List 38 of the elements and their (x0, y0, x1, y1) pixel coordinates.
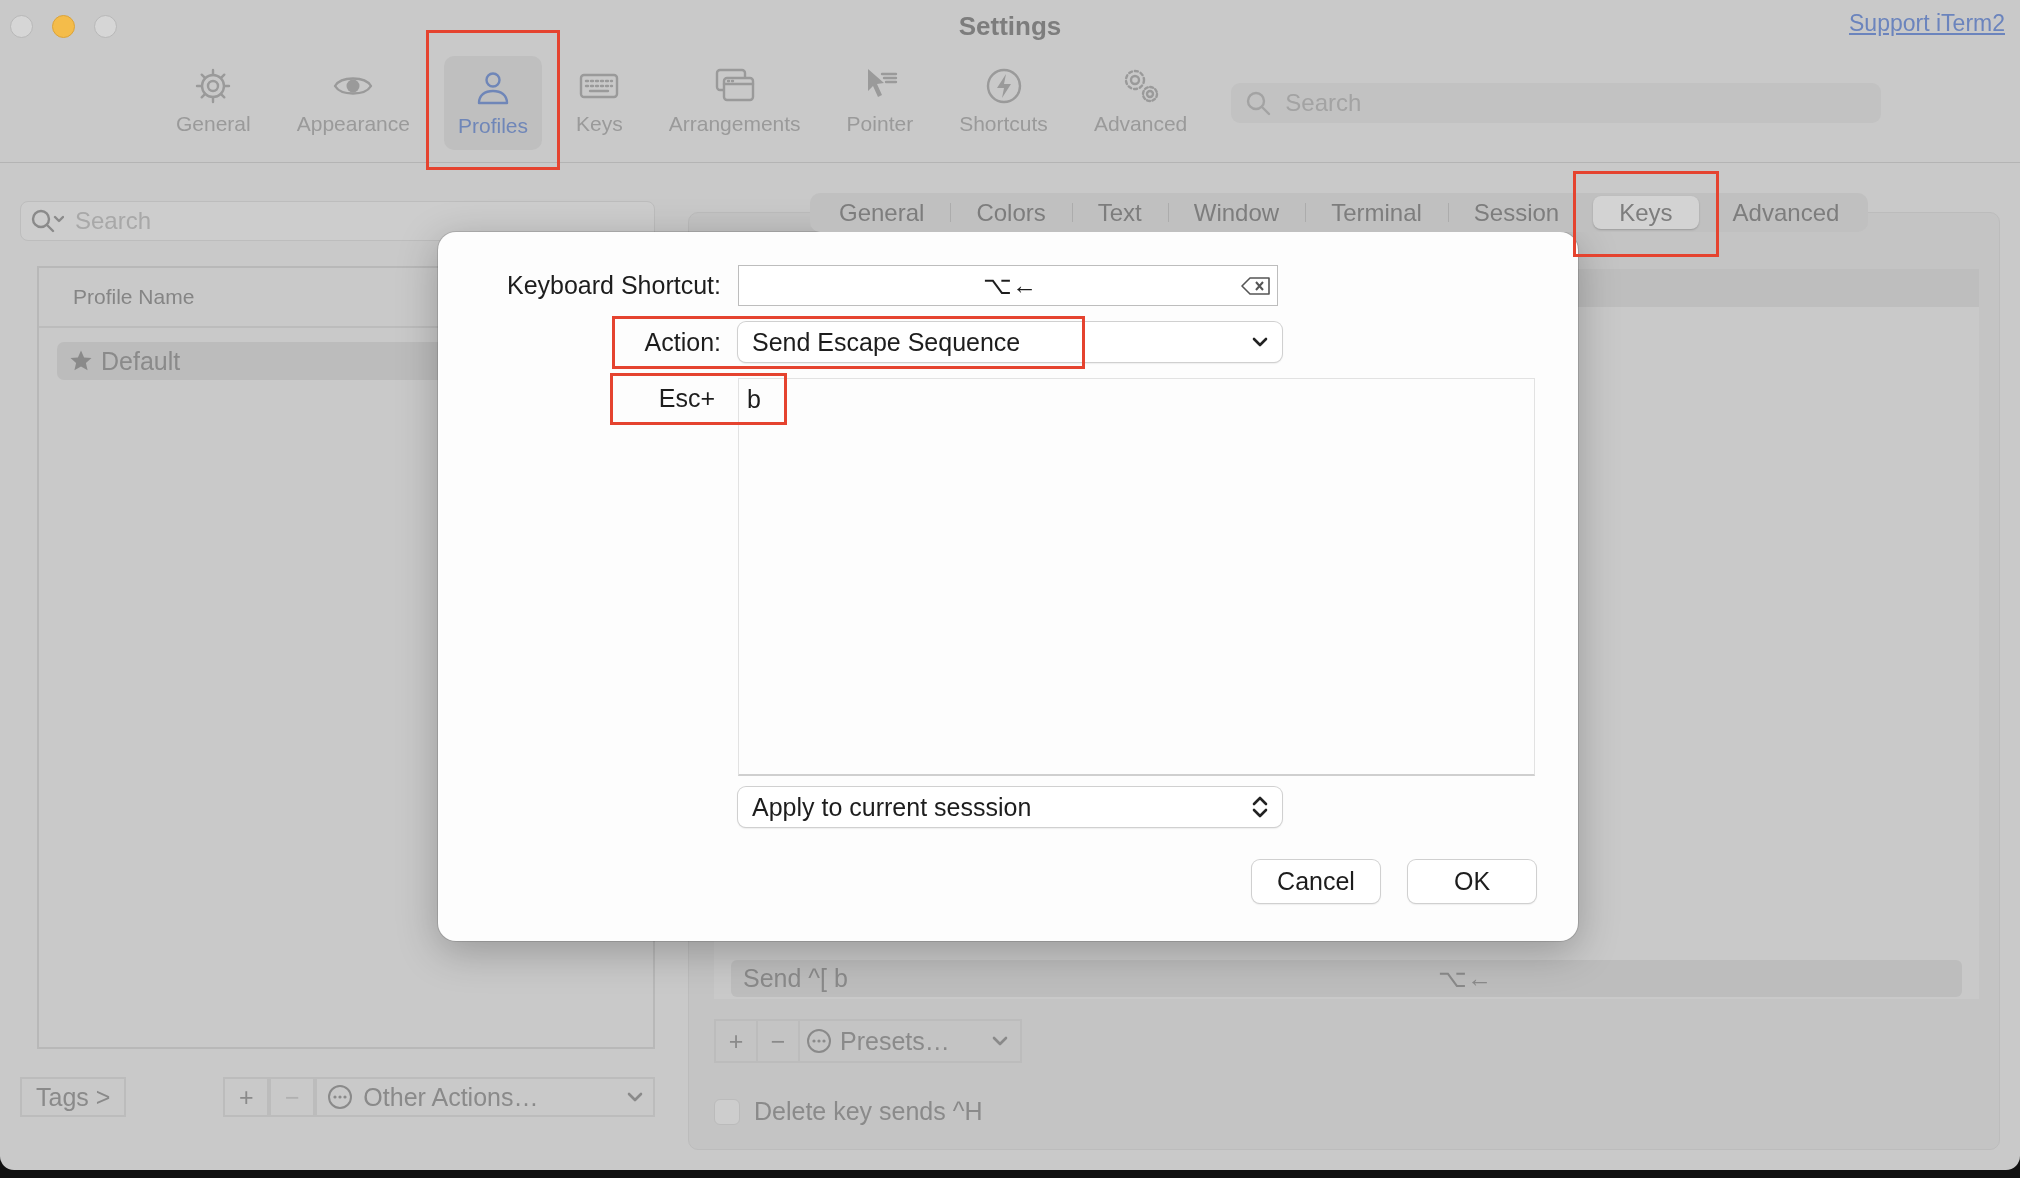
tags-button[interactable]: Tags > (20, 1077, 127, 1117)
add-button[interactable]: + (223, 1077, 270, 1117)
search-menu-icon (30, 208, 64, 234)
profile-tab[interactable]: Text (1071, 196, 1168, 229)
ok-button[interactable]: OK (1408, 860, 1536, 903)
profile-tab[interactable]: Session (1447, 196, 1586, 229)
remove-button[interactable]: − (758, 1021, 800, 1061)
field-label: Esc+ (657, 383, 716, 413)
window-title: Settings (958, 10, 1062, 41)
profile-tab[interactable]: Colors (950, 196, 1072, 229)
profile-tab[interactable]: Window (1167, 196, 1306, 229)
support-link[interactable]: Support iTerm2 (1849, 10, 2005, 37)
checkbox-label: Delete key sends ^H (754, 1097, 983, 1126)
profile-tab[interactable]: Terminal (1305, 196, 1448, 229)
search-icon (1245, 90, 1272, 116)
cancel-button[interactable]: Cancel (1252, 860, 1380, 903)
ellipsis-circle-icon (327, 1084, 354, 1110)
profile-tab[interactable]: Keys (1593, 196, 1699, 229)
profile-tab[interactable]: General (813, 196, 951, 229)
close-window-button[interactable] (10, 14, 33, 38)
scope-popup[interactable]: Apply to current sesssion (738, 787, 1282, 827)
action-popup[interactable]: Send Escape Sequence (738, 322, 1282, 362)
ellipsis-circle-icon (806, 1028, 832, 1054)
chevron-down-icon (1252, 337, 1268, 347)
shortcut-field[interactable]: ⌥← (738, 265, 1278, 306)
field-label: Action: (643, 327, 721, 357)
chevron-down-icon (627, 1092, 643, 1102)
up-down-chevron-icon (1252, 794, 1268, 820)
profile-tab[interactable]: Advanced (1706, 196, 1866, 229)
zoom-window-button[interactable] (94, 14, 117, 38)
toolbar-tab[interactable]: Profiles (444, 56, 542, 150)
clear-icon (1241, 275, 1271, 296)
chevron-down-icon (992, 1036, 1008, 1046)
minimize-window-button[interactable] (52, 14, 75, 38)
escape-sequence-field[interactable]: b (738, 378, 1535, 776)
add-button[interactable]: + (716, 1021, 758, 1061)
other-actions-popup[interactable]: Other Actions… (315, 1077, 655, 1117)
presets-popup[interactable]: Presets… (800, 1021, 1020, 1061)
